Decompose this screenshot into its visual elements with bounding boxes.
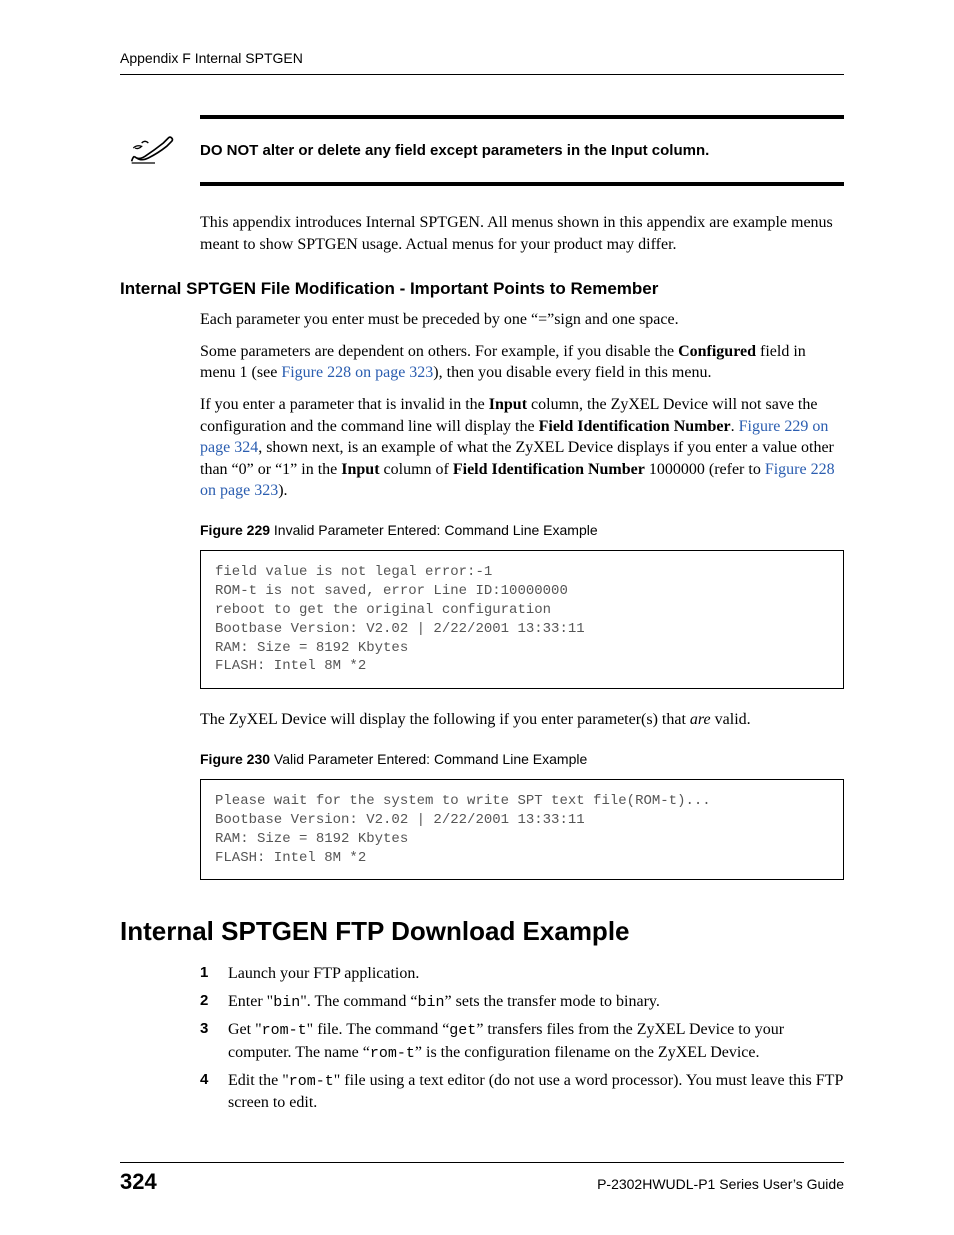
intro-paragraph: This appendix introduces Internal SPTGEN… xyxy=(200,212,844,255)
handwriting-note-icon xyxy=(130,131,180,170)
step-1: Launch your FTP application. xyxy=(200,963,844,985)
text: " file. The command “ xyxy=(307,1021,450,1038)
text: ". The command “ xyxy=(300,993,417,1010)
text: Some parameters are dependent on others.… xyxy=(200,343,678,360)
bold-input-2: Input xyxy=(341,461,379,478)
text: ” is the configuration filename on the Z… xyxy=(415,1044,760,1061)
figure-229-caption: Figure 229 Invalid Parameter Entered: Co… xyxy=(200,522,844,538)
code-get: get xyxy=(449,1022,476,1039)
page-number: 324 xyxy=(120,1169,157,1195)
figure-229-label: Figure 229 xyxy=(200,522,270,538)
text: . xyxy=(731,418,739,435)
figure-230-code: Please wait for the system to write SPT … xyxy=(200,779,844,881)
bold-input-1: Input xyxy=(489,396,527,413)
section-heading-ftp-download: Internal SPTGEN FTP Download Example xyxy=(120,916,844,947)
footer-rule xyxy=(120,1162,844,1163)
text: ), then you disable every field in this … xyxy=(433,364,711,381)
code-bin-1: bin xyxy=(273,994,300,1011)
note-rule-bottom xyxy=(200,182,844,186)
bold-fin-2: Field Identification Number xyxy=(453,461,645,478)
figure-229-code: field value is not legal error:-1 ROM-t … xyxy=(200,550,844,689)
section-heading-file-mod: Internal SPTGEN File Modification - Impo… xyxy=(120,279,844,299)
xref-fig228-1[interactable]: Figure 228 on page 323 xyxy=(281,364,433,381)
text: If you enter a parameter that is invalid… xyxy=(200,396,489,413)
step-2: Enter "bin". The command “bin” sets the … xyxy=(200,991,844,1013)
step-3: Get "rom-t" file. The command “get” tran… xyxy=(200,1019,844,1064)
text: Get " xyxy=(228,1021,262,1038)
note-box: DO NOT alter or delete any field except … xyxy=(200,115,844,186)
text: valid. xyxy=(711,711,751,728)
ftp-steps-list: Launch your FTP application. Enter "bin"… xyxy=(200,963,844,1113)
text: The ZyXEL Device will display the follow… xyxy=(200,711,690,728)
code-bin-2: bin xyxy=(418,994,445,1011)
para-valid: The ZyXEL Device will display the follow… xyxy=(200,709,844,731)
text: ). xyxy=(278,482,287,499)
text: Enter " xyxy=(228,993,273,1010)
footer-doc-title: P-2302HWUDL-P1 Series User’s Guide xyxy=(597,1176,844,1192)
figure-230-title: Valid Parameter Entered: Command Line Ex… xyxy=(270,751,587,767)
figure-230-caption: Figure 230 Valid Parameter Entered: Comm… xyxy=(200,751,844,767)
code-romt-2: rom-t xyxy=(370,1045,415,1062)
page-footer: 324 P-2302HWUDL-P1 Series User’s Guide xyxy=(120,1162,844,1195)
bold-fin-1: Field Identification Number xyxy=(539,418,731,435)
text: column of xyxy=(380,461,453,478)
para-dependent: Some parameters are dependent on others.… xyxy=(200,341,844,384)
text: Edit the " xyxy=(228,1072,289,1089)
step-4: Edit the "rom-t" file using a text edito… xyxy=(200,1070,844,1114)
text: ” sets the transfer mode to binary. xyxy=(445,993,660,1010)
running-header: Appendix F Internal SPTGEN xyxy=(120,50,844,66)
figure-229-title: Invalid Parameter Entered: Command Line … xyxy=(270,522,598,538)
para-invalid: If you enter a parameter that is invalid… xyxy=(200,394,844,502)
bold-configured: Configured xyxy=(678,343,756,360)
para-equal-sign: Each parameter you enter must be precede… xyxy=(200,309,844,331)
code-romt-3: rom-t xyxy=(289,1073,334,1090)
italic-are: are xyxy=(690,711,711,728)
text: 1000000 (refer to xyxy=(645,461,765,478)
note-text: DO NOT alter or delete any field except … xyxy=(200,142,709,159)
code-romt-1: rom-t xyxy=(262,1022,307,1039)
header-rule xyxy=(120,74,844,75)
figure-230-label: Figure 230 xyxy=(200,751,270,767)
